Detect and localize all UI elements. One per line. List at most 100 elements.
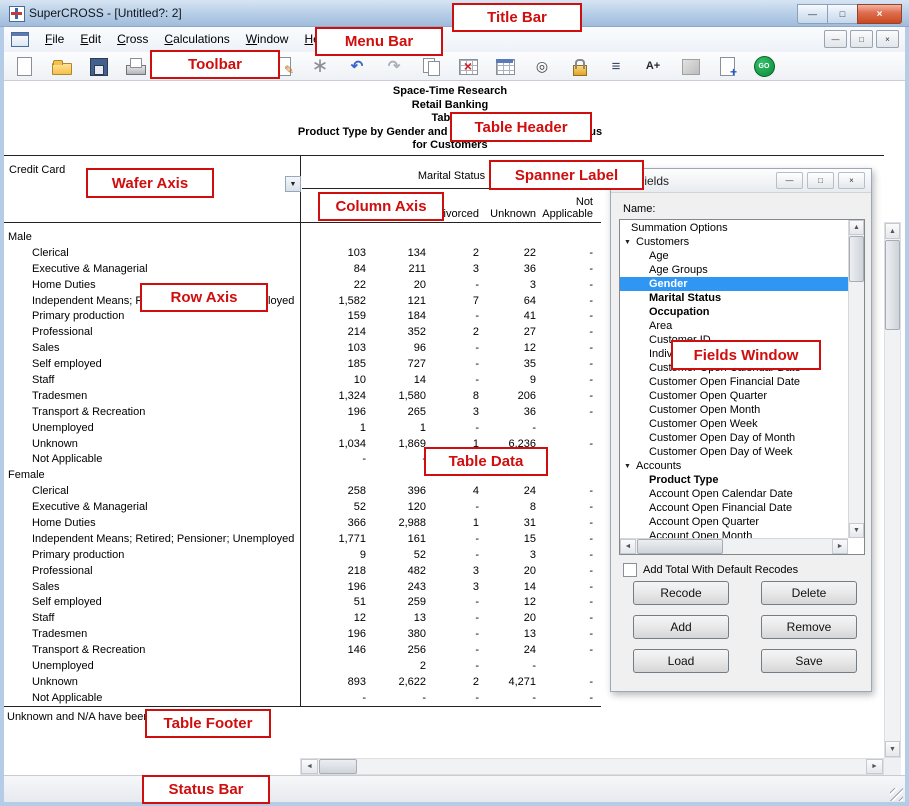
table-row[interactable]: Unemployed11-- (4, 420, 604, 436)
view-page-icon[interactable] (234, 55, 258, 77)
row-label[interactable]: Unknown (4, 438, 302, 450)
row-label[interactable]: Unknown (4, 676, 302, 688)
table-row[interactable]: Self employed185727-35- (4, 356, 604, 372)
row-label[interactable]: Home Duties (4, 517, 302, 529)
row-label[interactable]: Unemployed (4, 660, 302, 672)
resize-grip-icon[interactable] (890, 788, 903, 801)
field-item[interactable]: Occupation (620, 305, 848, 319)
vertical-scrollbar-track[interactable] (885, 331, 900, 741)
table-row[interactable]: Clerical103134222- (4, 245, 604, 261)
row-label[interactable]: Clerical (4, 247, 302, 259)
load-button[interactable]: Load (633, 649, 729, 673)
maximize-button[interactable]: □ (827, 4, 857, 24)
table-row[interactable]: Sales196243314- (4, 579, 604, 595)
horizontal-scrollbar-thumb[interactable] (319, 759, 357, 774)
field-item[interactable]: ▼Accounts (620, 459, 848, 473)
recode-star-icon[interactable]: ∗ (308, 55, 332, 77)
edit-page-icon[interactable]: ✎ (271, 55, 295, 77)
menu-item-calculations[interactable]: Calculations (156, 27, 237, 51)
save-button[interactable]: Save (761, 649, 857, 673)
field-item[interactable]: Individual (620, 347, 848, 361)
print-icon[interactable] (123, 55, 147, 77)
field-list-icon[interactable]: ≡ (604, 55, 628, 77)
column-header[interactable]: Not Applicable (538, 196, 595, 222)
row-label[interactable]: Sales (4, 342, 302, 354)
row-label[interactable]: Primary production (4, 310, 302, 322)
table-row[interactable]: Professional214352227- (4, 324, 604, 340)
minimize-button[interactable]: — (797, 4, 827, 24)
lock-icon[interactable] (567, 55, 591, 77)
fields-scroll-right-button[interactable]: ► (832, 539, 848, 554)
fields-scroll-up-button[interactable]: ▲ (849, 220, 864, 235)
row-label[interactable]: Self employed (4, 358, 302, 370)
spanner-label[interactable]: Marital Status (302, 164, 601, 189)
go-icon[interactable]: GO (752, 55, 776, 77)
chart-disabled-icon[interactable] (678, 55, 702, 77)
preview-icon[interactable] (197, 55, 221, 77)
table-group-row[interactable]: Female (4, 467, 604, 483)
field-item[interactable]: Gender (620, 277, 848, 291)
row-label[interactable]: Independent Means; Retired; Pensioner; U… (4, 533, 302, 545)
row-label[interactable]: Professional (4, 565, 302, 577)
row-label[interactable]: Not Applicable (4, 692, 302, 704)
delete-table-icon[interactable]: × (456, 55, 480, 77)
field-item[interactable]: Account Open Financial Date (620, 501, 848, 515)
field-item[interactable]: Customer Open Calendar Date (620, 361, 848, 375)
wafer-dropdown-button[interactable]: ▼ (285, 176, 301, 192)
row-label[interactable]: Unemployed (4, 422, 302, 434)
table-row[interactable]: Unemployed2-- (4, 658, 604, 674)
field-item[interactable]: Customer Open Day of Month (620, 431, 848, 445)
table-row[interactable]: Home Duties3662,988131- (4, 515, 604, 531)
row-group-label[interactable]: Female (4, 469, 302, 481)
table-row[interactable]: Executive & Managerial52120-8- (4, 499, 604, 515)
table-row[interactable]: Tradesmen196380-13- (4, 626, 604, 642)
delete-button[interactable]: Delete (761, 581, 857, 605)
fields-vertical-scrollbar[interactable]: ▲ ▼ (848, 220, 864, 538)
remove-button[interactable]: Remove (761, 615, 857, 639)
add-button[interactable]: Add (633, 615, 729, 639)
field-item[interactable]: Customer Open Week (620, 417, 848, 431)
table-row[interactable]: Transport & Recreation196265336- (4, 404, 604, 420)
menu-item-help[interactable]: Help (296, 27, 337, 51)
undo-icon[interactable]: ↶ (345, 55, 369, 77)
field-item[interactable]: Summation Options (620, 221, 848, 235)
horizontal-scrollbar-track[interactable] (358, 759, 866, 774)
insert-page-icon[interactable]: + (715, 55, 739, 77)
table-row[interactable]: Self employed51259-12- (4, 594, 604, 610)
table-row[interactable]: Unknown8932,62224,271- (4, 674, 604, 690)
field-item[interactable]: Account Open Quarter (620, 515, 848, 529)
row-label[interactable]: Primary production (4, 549, 302, 561)
fields-scroll-left-button[interactable]: ◄ (620, 539, 636, 554)
row-group-label[interactable]: Male (4, 231, 302, 243)
row-label[interactable]: Executive & Managerial (4, 501, 302, 513)
field-item[interactable]: Customer Open Month (620, 403, 848, 417)
row-label[interactable]: Staff (4, 612, 302, 624)
vertical-scrollbar[interactable]: ▲ ▼ (884, 222, 901, 758)
row-label[interactable]: Home Duties (4, 279, 302, 291)
field-item[interactable]: Age (620, 249, 848, 263)
row-label[interactable]: Transport & Recreation (4, 644, 302, 656)
scroll-up-button[interactable]: ▲ (885, 223, 900, 239)
open-folder-icon[interactable] (49, 55, 73, 77)
field-item[interactable]: ▼Customers (620, 235, 848, 249)
table-row[interactable]: Home Duties2220-3- (4, 277, 604, 293)
field-item[interactable]: Area (620, 319, 848, 333)
row-label[interactable]: Sales (4, 581, 302, 593)
table-row[interactable]: Staff1014-9- (4, 372, 604, 388)
target-circle-icon[interactable]: ◎ (530, 55, 554, 77)
column-header[interactable]: Unknown (481, 208, 538, 222)
tree-expanded-icon[interactable]: ▼ (624, 463, 636, 470)
scroll-left-button[interactable]: ◄ (301, 759, 318, 774)
column-header[interactable]: Widowed (368, 208, 428, 222)
fields-hscroll-thumb[interactable] (637, 539, 723, 554)
horizontal-scrollbar[interactable]: ◄ ► (300, 758, 884, 775)
table-row[interactable]: Independent Means; Retired; Pensioner; U… (4, 293, 604, 309)
table-row[interactable]: Primary production952-3- (4, 547, 604, 563)
row-label[interactable]: Self employed (4, 596, 302, 608)
table-row[interactable]: Clerical258396424- (4, 483, 604, 499)
table-row[interactable]: Not Applicable---- (4, 451, 604, 467)
font-increase-icon[interactable]: A+ (641, 55, 665, 77)
row-label[interactable]: Transport & Recreation (4, 406, 302, 418)
table-row[interactable]: Executive & Managerial84211336- (4, 261, 604, 277)
row-label[interactable]: Staff (4, 374, 302, 386)
